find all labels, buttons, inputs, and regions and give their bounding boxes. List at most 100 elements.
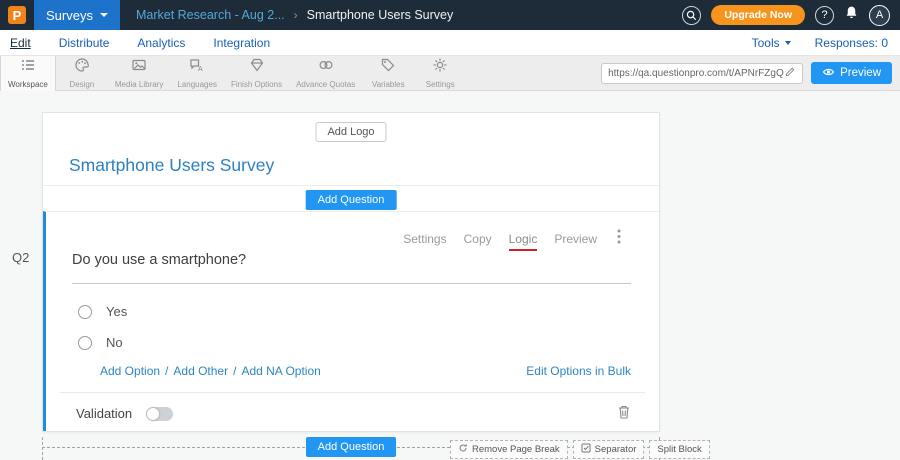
question-copy-link[interactable]: Copy: [464, 232, 492, 251]
toolbar-item-variables[interactable]: Variables: [362, 56, 414, 91]
survey-card: Add Logo Smartphone Users Survey Add Que…: [42, 112, 660, 432]
preview-label: Preview: [840, 67, 881, 79]
add-na-option-link[interactable]: Add NA Option: [241, 364, 320, 378]
question-number-label: Q2: [12, 250, 29, 265]
remove-page-break-label: Remove Page Break: [472, 444, 560, 455]
breadcrumb-separator: ›: [294, 8, 298, 22]
validation-row: Validation: [76, 406, 173, 421]
question-logic-link[interactable]: Logic: [509, 232, 538, 251]
workspace-icon: [20, 57, 36, 78]
svg-text:A: A: [198, 66, 203, 73]
image-icon: [131, 57, 147, 78]
section-nav: Edit Distribute Analytics Integration To…: [0, 30, 900, 56]
divider: [43, 185, 659, 186]
answer-option-row: No: [78, 335, 123, 350]
eye-icon: [822, 66, 835, 81]
questionpro-logo: P: [8, 6, 26, 24]
split-block-label: Split Block: [657, 444, 701, 455]
toolbar-item-settings[interactable]: Settings: [414, 56, 466, 91]
question-settings-link[interactable]: Settings: [403, 232, 446, 251]
link-separator: /: [233, 364, 236, 378]
chevron-down-icon: [100, 13, 108, 17]
breadcrumb-current: Smartphone Users Survey: [307, 8, 454, 22]
design-palette-icon: [74, 57, 90, 78]
toolbar-item-label: Workspace: [8, 80, 48, 89]
answer-option-label[interactable]: No: [106, 335, 123, 350]
radio-button[interactable]: [78, 305, 92, 319]
answer-option-label[interactable]: Yes: [106, 304, 127, 319]
top-bar: P Surveys Market Research - Aug 2... › S…: [0, 0, 900, 30]
tab-analytics[interactable]: Analytics: [137, 36, 185, 50]
topbar-actions: Upgrade Now ? A: [682, 5, 890, 26]
toolbar-item-label: Design: [69, 80, 94, 89]
add-other-link[interactable]: Add Other: [173, 364, 228, 378]
add-option-link[interactable]: Add Option: [100, 364, 160, 378]
app-window: P Surveys Market Research - Aug 2... › S…: [0, 0, 900, 460]
question-block: Settings Copy Logic Preview Do you use a…: [43, 211, 659, 431]
toolbar-item-languages[interactable]: A Languages: [170, 56, 224, 91]
survey-url-field[interactable]: https://qa.questionpro.com/t/APNrFZgQ: [601, 63, 803, 84]
toolbar-item-design[interactable]: Design: [56, 56, 108, 91]
toolbar-item-workspace[interactable]: Workspace: [0, 56, 56, 91]
toolbar-item-label: Finish Options: [231, 80, 282, 89]
search-icon[interactable]: [682, 6, 701, 25]
toolbar-item-finish-options[interactable]: Finish Options: [224, 56, 289, 91]
edit-options-in-bulk-link[interactable]: Edit Options in Bulk: [526, 364, 631, 378]
refresh-icon: [458, 443, 468, 456]
toolbar-item-advance-quotas[interactable]: Advance Quotas: [289, 56, 362, 91]
validation-toggle[interactable]: [146, 407, 173, 421]
tools-dropdown[interactable]: Tools: [752, 36, 791, 50]
help-icon[interactable]: ?: [815, 6, 834, 25]
languages-icon: A: [189, 57, 205, 78]
toolbar-item-label: Variables: [372, 80, 405, 89]
tab-edit[interactable]: Edit: [10, 36, 31, 50]
nav-right: Tools Responses: 0: [752, 36, 900, 50]
tab-integration[interactable]: Integration: [213, 36, 270, 50]
breadcrumb: Market Research - Aug 2... › Smartphone …: [136, 8, 453, 22]
preview-button[interactable]: Preview: [811, 62, 892, 84]
edit-url-pencil-icon[interactable]: [784, 66, 796, 81]
toolbar-item-label: Media Library: [115, 80, 163, 89]
option-links-row: Add Option / Add Other / Add NA Option: [100, 364, 321, 378]
divider: [60, 392, 645, 393]
upgrade-now-button[interactable]: Upgrade Now: [711, 5, 805, 25]
notifications-bell-icon[interactable]: [844, 5, 859, 25]
quotas-loop-icon: [318, 57, 334, 78]
remove-page-break-button[interactable]: Remove Page Break: [450, 440, 568, 459]
editor-toolbar: Workspace Design Media Library A Languag…: [0, 56, 900, 91]
toolbar-item-label: Settings: [426, 80, 455, 89]
tab-distribute[interactable]: Distribute: [59, 36, 110, 50]
toolbar-item-media-library[interactable]: Media Library: [108, 56, 170, 91]
toggle-knob: [147, 408, 159, 420]
tools-label: Tools: [752, 36, 780, 50]
delete-question-trash-icon[interactable]: [617, 404, 631, 425]
separator-button[interactable]: Separator: [573, 440, 645, 459]
gear-icon: [432, 57, 448, 78]
question-text-input[interactable]: Do you use a smartphone?: [72, 252, 631, 284]
nav-tabs: Edit Distribute Analytics Integration: [0, 36, 270, 50]
question-menu: Settings Copy Logic Preview: [403, 232, 597, 251]
survey-url-text: https://qa.questionpro.com/t/APNrFZgQ: [608, 68, 784, 79]
kebab-menu-icon[interactable]: [617, 229, 621, 249]
surveys-dropdown-label: Surveys: [46, 8, 93, 23]
radio-button[interactable]: [78, 336, 92, 350]
add-question-button-top[interactable]: Add Question: [306, 190, 397, 210]
question-preview-link[interactable]: Preview: [554, 232, 597, 251]
split-block-button[interactable]: Split Block: [649, 440, 709, 459]
breadcrumb-parent-link[interactable]: Market Research - Aug 2...: [136, 8, 285, 22]
chevron-down-icon: [785, 41, 791, 45]
user-avatar[interactable]: A: [869, 5, 890, 26]
finish-options-diamond-icon: [249, 57, 265, 78]
page-break-controls: Remove Page Break Separator Split Block: [450, 440, 710, 459]
surveys-dropdown[interactable]: Surveys: [34, 0, 120, 30]
survey-title[interactable]: Smartphone Users Survey: [69, 155, 274, 176]
tag-icon: [380, 57, 396, 78]
validation-label: Validation: [76, 406, 132, 421]
link-separator: /: [165, 364, 168, 378]
answer-option-row: Yes: [78, 304, 127, 319]
add-question-button-bottom[interactable]: Add Question: [306, 437, 397, 457]
toolbar-right: https://qa.questionpro.com/t/APNrFZgQ Pr…: [601, 62, 892, 84]
responses-count[interactable]: Responses: 0: [815, 36, 888, 50]
toolbar-item-label: Languages: [177, 80, 217, 89]
add-logo-button[interactable]: Add Logo: [315, 122, 386, 142]
